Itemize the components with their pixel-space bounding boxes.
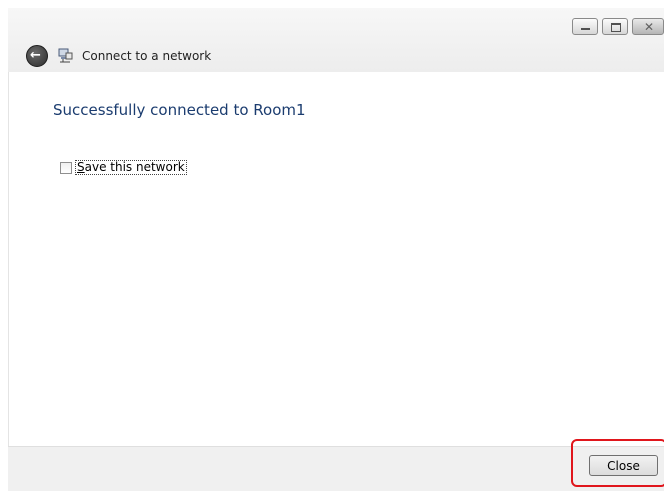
title-bar: ✕: [8, 8, 664, 78]
back-arrow-icon: ←: [30, 48, 41, 63]
close-icon: ✕: [644, 20, 655, 34]
minimize-icon: [581, 28, 590, 30]
save-network-checkbox[interactable]: [60, 161, 72, 174]
close-button[interactable]: Close: [589, 455, 658, 476]
access-key-s: S: [77, 160, 85, 174]
status-message: Successfully connected to Room1: [53, 101, 306, 119]
save-network-option[interactable]: Save this network: [60, 160, 187, 175]
save-network-label[interactable]: Save this network: [75, 160, 187, 175]
save-network-label-text: ave this network: [84, 160, 185, 174]
maximize-button[interactable]: [602, 18, 628, 35]
content-area: [8, 72, 664, 446]
window-close-button[interactable]: ✕: [632, 18, 664, 35]
footer-bar: [8, 446, 664, 491]
back-button[interactable]: ←: [26, 45, 48, 67]
window-title: Connect to a network: [82, 49, 212, 63]
network-icon: [58, 48, 73, 63]
minimize-button[interactable]: [572, 18, 598, 35]
maximize-icon: [611, 23, 621, 32]
caption-buttons: ✕: [572, 18, 664, 35]
